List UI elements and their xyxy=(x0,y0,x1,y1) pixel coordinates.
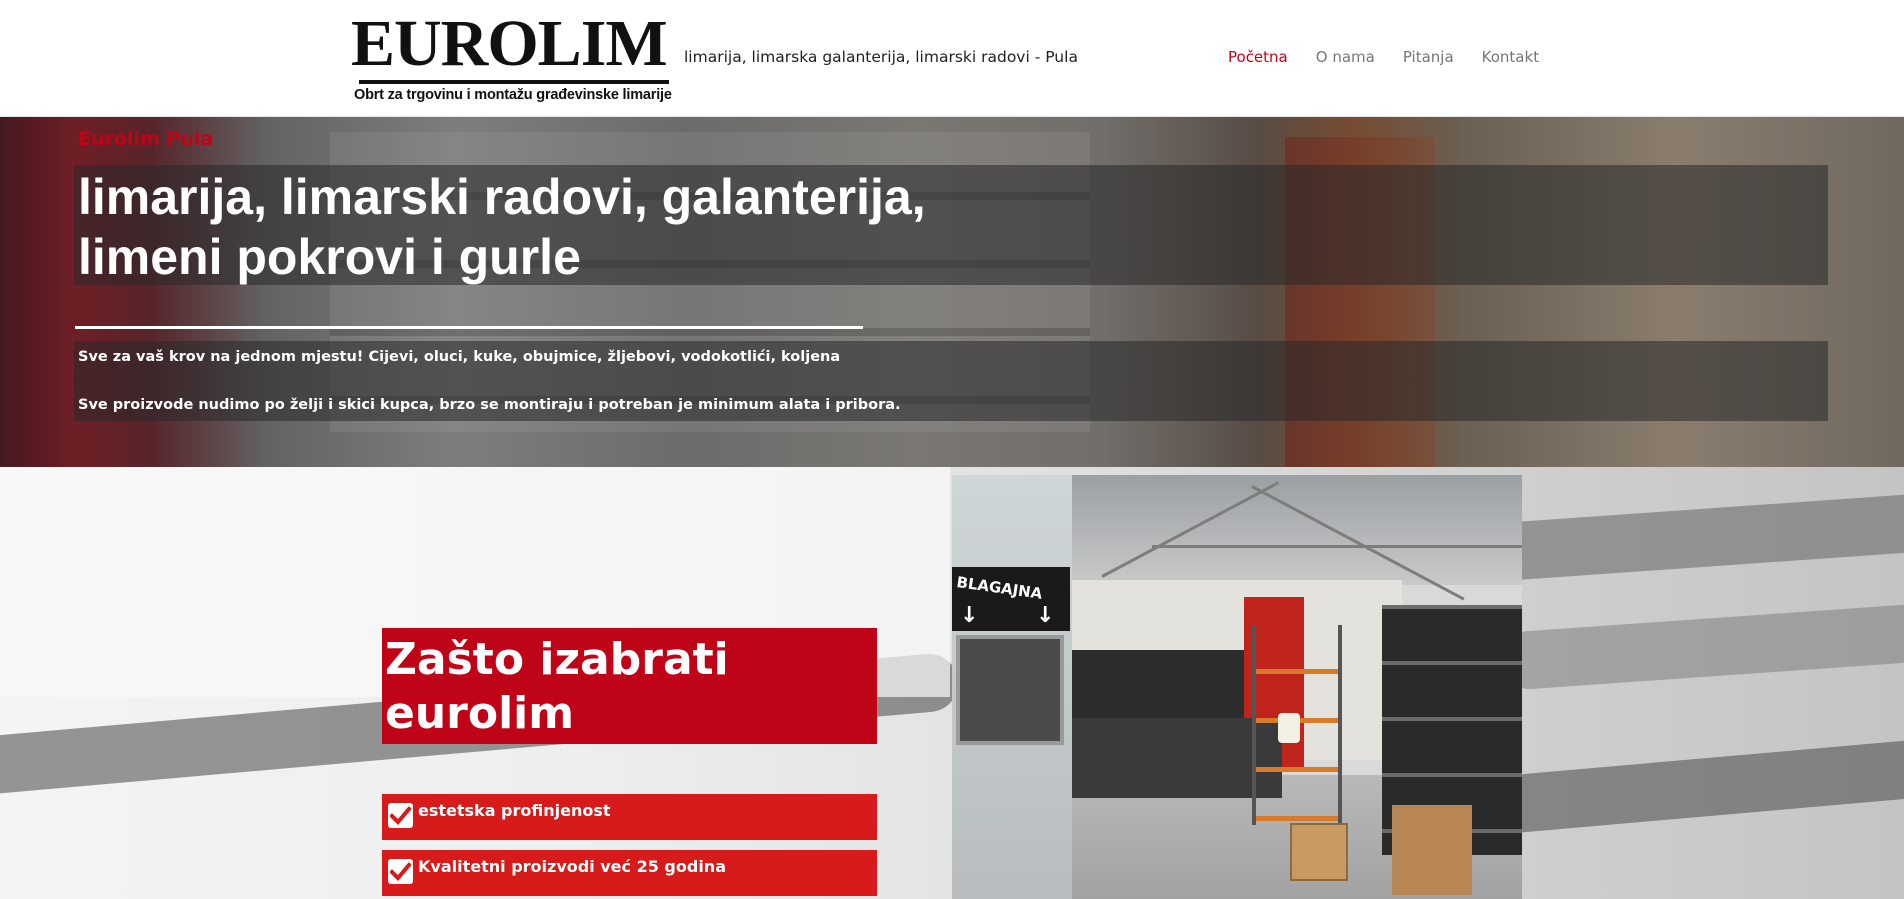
main-nav: Početna O nama Pitanja Kontakt xyxy=(1228,48,1539,66)
hero-title: limarija, limarski radovi, galanterija, … xyxy=(78,167,978,287)
hero-text-1: Sve za vaš krov na jednom mjestu! Cijevi… xyxy=(78,349,841,365)
hero-kicker: Eurolim Pula xyxy=(78,128,214,150)
feature-item: estetska profinjenost xyxy=(382,794,877,840)
nav-item-pocetna[interactable]: Početna xyxy=(1228,48,1288,66)
arrow-down-icon: ↓ xyxy=(960,603,979,628)
site-tagline: limarija, limarska galanterija, limarski… xyxy=(684,48,1078,66)
photo-window xyxy=(956,635,1064,745)
site-header: EUROLIM Obrt za trgovinu i montažu građe… xyxy=(0,0,1904,117)
hero-banner: Eurolim Pula limarija, limarski radovi, … xyxy=(0,117,1904,467)
feature-item: Kvalitetni proizvodi već 25 godina xyxy=(382,850,877,896)
feature-label: Kvalitetni proizvodi već 25 godina xyxy=(418,857,726,876)
arrow-down-icon: ↓ xyxy=(1036,603,1055,628)
photo-stool xyxy=(1278,713,1300,743)
photo-truss xyxy=(1152,545,1522,548)
photo-box xyxy=(1392,805,1472,895)
check-icon xyxy=(388,803,413,828)
check-icon xyxy=(388,859,413,884)
nav-item-o-nama[interactable]: O nama xyxy=(1316,48,1375,66)
blagajna-sign: BLAGAJNA ↓ ↓ xyxy=(952,567,1070,631)
hero-title-line-1: limarija, limarski radovi, galanterija, xyxy=(78,169,926,225)
photo-box xyxy=(1290,823,1348,881)
photo-roof xyxy=(1062,475,1522,585)
feature-label: estetska profinjenost xyxy=(418,801,611,820)
why-title: Zašto izabrati eurolim xyxy=(385,633,865,741)
why-title-line-2: eurolim xyxy=(385,688,575,739)
background-blur xyxy=(1498,601,1904,691)
hero-title-line-2: limeni pokrovi i gurle xyxy=(78,229,581,285)
hero-divider xyxy=(75,326,863,329)
hero-text-2: Sve proizvode nudimo po želji i skici ku… xyxy=(78,397,901,413)
logo-subtitle: Obrt za trgovinu i montažu građevinske l… xyxy=(354,87,672,103)
nav-item-kontakt[interactable]: Kontakt xyxy=(1482,48,1539,66)
logo-wordmark: EUROLIM xyxy=(351,7,668,80)
why-title-line-1: Zašto izabrati xyxy=(385,634,729,685)
photo-shelf xyxy=(1072,650,1262,720)
logo-underline xyxy=(359,80,669,84)
eurolim-logo[interactable]: EUROLIM Obrt za trgovinu i montažu građe… xyxy=(351,7,672,105)
background-blur xyxy=(1478,736,1904,836)
nav-item-pitanja[interactable]: Pitanja xyxy=(1403,48,1454,66)
shop-interior-photo: BLAGAJNA ↓ ↓ xyxy=(952,475,1522,899)
photo-counter xyxy=(1072,718,1282,798)
blagajna-sign-text: BLAGAJNA xyxy=(955,573,1044,603)
background-blur xyxy=(1468,488,1904,584)
